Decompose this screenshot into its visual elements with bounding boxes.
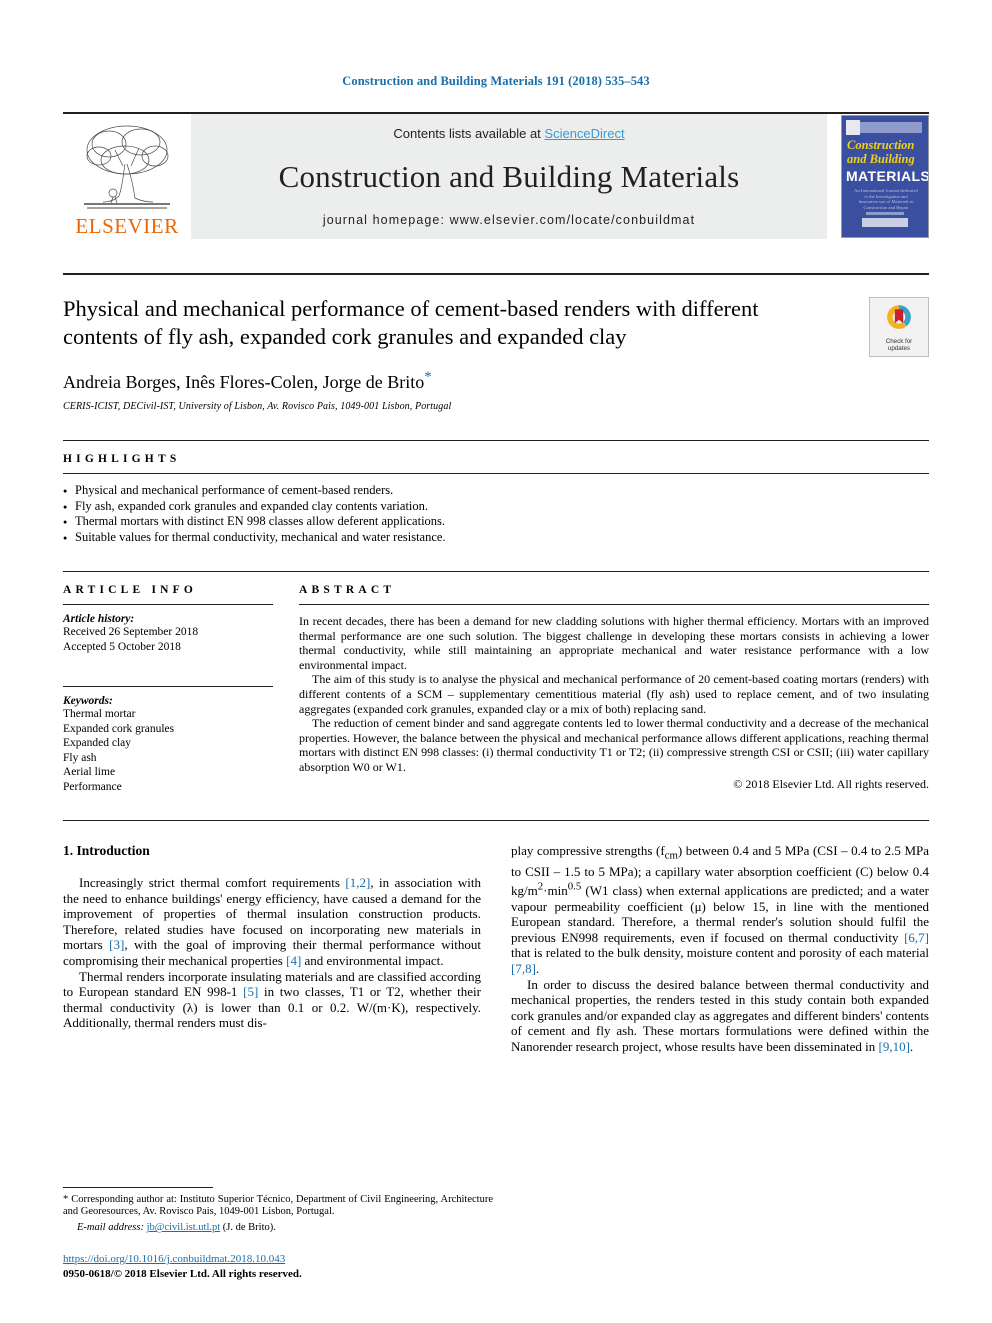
email-note: E-mail address: jb@civil.ist.utl.pt (J. … [63, 1222, 493, 1235]
article-info-column: ARTICLE INFO Article history: Received 2… [63, 584, 299, 794]
abstract-heading: ABSTRACT [299, 584, 396, 596]
paragraph-text: play compressive strengths (fcm) between… [511, 843, 930, 977]
email-label: E-mail address: [77, 1222, 144, 1234]
doi-link[interactable]: https://doi.org/10.1016/j.conbuildmat.20… [63, 1253, 285, 1265]
corresponding-author-note: * Corresponding author at: Instituto Sup… [63, 1193, 493, 1218]
issn-copyright-line: 0950-0618/© 2018 Elsevier Ltd. All right… [63, 1268, 302, 1280]
footnote-divider [63, 1186, 213, 1188]
cover-title-line3: MATERIALS [846, 168, 929, 184]
article-history-label: Article history: [63, 613, 135, 625]
paragraph-text: In order to discuss the desired balance … [511, 976, 929, 1055]
title-block: Physical and mechanical performance of c… [63, 275, 929, 412]
highlights-list: Physical and mechanical performance of c… [63, 483, 929, 545]
paragraph-text: Thermal renders incorporate insulating m… [63, 968, 481, 1031]
body-paragraph: play compressive strengths (fcm) between… [511, 843, 929, 977]
abstract-divider [299, 604, 929, 605]
abstract-column: ABSTRACT In recent decades, there has be… [299, 584, 929, 794]
masthead-center: Contents lists available at ScienceDirec… [191, 114, 827, 239]
crossmark-label: Check for updates [886, 338, 912, 352]
body-paragraph: Increasingly strict thermal comfort requ… [63, 875, 481, 969]
journal-homepage-line[interactable]: journal homepage: www.elsevier.com/locat… [323, 213, 695, 227]
author-names: Andreia Borges, Inês Flores-Colen, Jorge… [63, 372, 425, 392]
affiliation: CERIS-ICIST, DECivil-IST, University of … [63, 401, 452, 412]
running-head: Construction and Building Materials 191 … [342, 74, 650, 88]
citation-link[interactable]: [7,8] [511, 961, 536, 976]
journal-masthead: ELSEVIER Contents lists available at Sci… [63, 112, 929, 239]
elsevier-wordmark: ELSEVIER [75, 214, 179, 238]
list-item: Physical and mechanical performance of c… [63, 483, 929, 499]
citation-link[interactable]: [1,2] [345, 875, 370, 890]
cover-title-line2: and Building [847, 152, 915, 166]
corresponding-author-marker: * [424, 369, 432, 385]
keyword-item: Expanded clay [63, 737, 132, 749]
page-title: Physical and mechanical performance of c… [63, 296, 759, 349]
elsevier-logo: ELSEVIER [63, 114, 191, 239]
crossmark-label-line2: updates [887, 344, 910, 352]
citation-link[interactable]: [5] [243, 984, 258, 999]
cover-title-line1: Construction [847, 138, 915, 152]
section-heading-introduction: 1. Introduction [63, 843, 150, 858]
crossmark-badge[interactable]: Check for updates [869, 297, 929, 357]
crossmark-icon [885, 303, 913, 336]
paper-page: Construction and Building Materials 191 … [0, 0, 992, 1323]
body-paragraph: Thermal renders incorporate insulating m… [63, 969, 481, 1031]
email-suffix: (J. de Brito). [222, 1222, 276, 1234]
abstract-paragraph: The reduction of cement binder and sand … [299, 716, 929, 774]
citation-link[interactable]: [3] [109, 937, 124, 952]
sciencedirect-link[interactable]: ScienceDirect [544, 126, 624, 141]
cover-footer-block [862, 218, 908, 227]
keyword-item: Expanded cork granules [63, 722, 175, 735]
footnote-area: * Corresponding author at: Instituto Sup… [63, 1186, 493, 1281]
elsevier-tree-icon [79, 120, 175, 212]
cover-blurb: An International Journal dedicated to th… [854, 188, 918, 210]
citation-link[interactable]: [6,7] [904, 930, 929, 945]
highlights-divider [63, 473, 929, 474]
citation-link[interactable]: [9,10] [878, 1039, 909, 1054]
keyword-item: Performance [63, 780, 122, 793]
info-abstract-row: ARTICLE INFO Article history: Received 2… [63, 572, 929, 794]
highlights-heading: HIGHLIGHTS [63, 453, 181, 465]
contents-lists-line: Contents lists available at ScienceDirec… [393, 126, 624, 141]
body-column-left: 1. Introduction Increasingly strict ther… [63, 843, 481, 1055]
keywords-label: Keywords: [63, 695, 113, 707]
abstract-paragraph: The aim of this study is to analyse the … [299, 672, 929, 716]
article-info-divider [63, 604, 273, 605]
contents-prefix: Contents lists available at [393, 126, 545, 141]
body-paragraph: In order to discuss the desired balance … [511, 977, 929, 1055]
journal-cover-thumbnail: Construction and Building MATERIALS An I… [841, 115, 929, 238]
list-item: Suitable values for thermal conductivity… [63, 530, 929, 546]
list-item: Thermal mortars with distinct EN 998 cla… [63, 514, 929, 530]
cover-footer-rule [866, 212, 904, 215]
keyword-item: Aerial lime [63, 766, 116, 778]
keywords-divider [63, 686, 273, 687]
citation-link[interactable]: [4] [286, 953, 301, 968]
list-item: Fly ash, expanded cork granules and expa… [63, 499, 929, 515]
doi-block: https://doi.org/10.1016/j.conbuildmat.20… [63, 1249, 493, 1281]
keyword-item: Fly ash [63, 751, 97, 764]
body-column-right: play compressive strengths (fcm) between… [511, 843, 929, 1055]
article-history-received: Received 26 September 2018 [63, 626, 199, 638]
journal-title: Construction and Building Materials [278, 159, 740, 194]
body-columns: 1. Introduction Increasingly strict ther… [63, 821, 929, 1055]
abstract-paragraph: In recent decades, there has been a dema… [299, 614, 929, 672]
abstract-copyright: © 2018 Elsevier Ltd. All rights reserved… [733, 776, 929, 791]
keyword-item: Thermal mortar [63, 708, 136, 720]
email-link[interactable]: jb@civil.ist.utl.pt [147, 1222, 221, 1233]
article-history-accepted: Accepted 5 October 2018 [63, 640, 181, 653]
cover-logo-square [846, 120, 860, 135]
author-list: Andreia Borges, Inês Flores-Colen, Jorge… [63, 369, 857, 393]
crossmark-label-line1: Check for [885, 337, 913, 345]
article-info-heading: ARTICLE INFO [63, 584, 198, 596]
paragraph-text: Increasingly strict thermal comfort requ… [63, 875, 481, 968]
